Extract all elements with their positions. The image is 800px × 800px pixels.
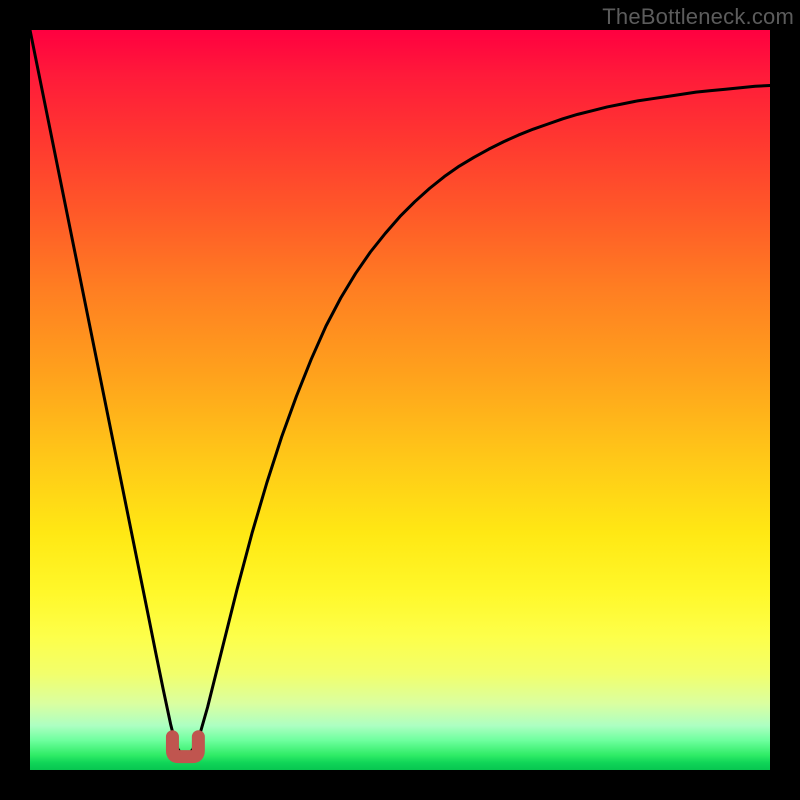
minimum-marker	[172, 737, 198, 757]
outer-frame: TheBottleneck.com	[0, 0, 800, 800]
chart-svg	[30, 30, 770, 770]
bottleneck-curve	[30, 30, 770, 755]
watermark-text: TheBottleneck.com	[602, 4, 794, 30]
plot-area	[30, 30, 770, 770]
